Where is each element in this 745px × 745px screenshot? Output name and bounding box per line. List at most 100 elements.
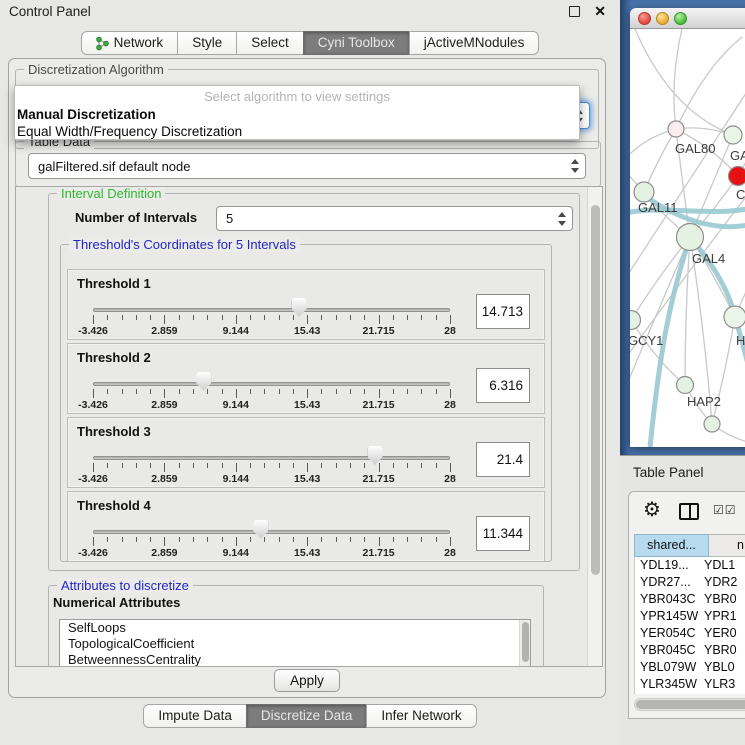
tick-mark: [250, 389, 251, 394]
attribute-item[interactable]: BetweennessCentrality: [60, 652, 530, 667]
network-canvas[interactable]: GAL80GACGAL11GAL4GCY1HHAP2: [630, 29, 745, 447]
control-panel-titlebar: Control Panel ✕: [0, 0, 620, 24]
apply-button[interactable]: Apply: [274, 669, 340, 692]
network-node[interactable]: [634, 182, 654, 202]
node-label-ga: GA: [730, 148, 745, 163]
network-node[interactable]: [668, 121, 684, 137]
tab-label: Select: [251, 32, 289, 54]
table-row[interactable]: YDR27...YDR2: [635, 574, 745, 591]
float-panel-icon[interactable]: [569, 6, 580, 17]
table-data-combobox[interactable]: galFiltered.sif default node: [28, 153, 586, 179]
attribute-item[interactable]: TopologicalCoefficient: [60, 636, 530, 652]
minimize-traffic-light-icon[interactable]: [656, 12, 669, 25]
popup-option-equal-width-frequency-discretization[interactable]: Equal Width/Frequency Discretization: [15, 123, 579, 140]
node-label-gal11: GAL11: [638, 200, 678, 215]
slider-thumb[interactable]: [253, 520, 268, 539]
popup-option-manual-discretization[interactable]: Manual Discretization: [15, 106, 579, 123]
tick-mark: [379, 463, 380, 472]
tick-mark: [93, 389, 94, 398]
zoom-traffic-light-icon[interactable]: [674, 12, 687, 25]
close-traffic-light-icon[interactable]: [638, 12, 651, 25]
table-row[interactable]: YBR043CYBR0: [635, 591, 745, 608]
popup-hint-text: Select algorithm to view settings: [15, 86, 579, 106]
threshold-value-field[interactable]: 21.4: [476, 442, 530, 477]
column-header-shared-name[interactable]: shared...: [634, 534, 709, 557]
tick-mark: [336, 315, 337, 320]
tick-mark: [193, 463, 194, 468]
tick-mark: [393, 389, 394, 394]
cell-name: YBR0: [698, 591, 745, 608]
network-node[interactable]: [704, 416, 720, 432]
settings-scrollbar[interactable]: [587, 187, 602, 666]
tab-impute-data[interactable]: Impute Data: [143, 704, 247, 728]
tab-select[interactable]: Select: [236, 31, 304, 55]
threshold-label: Threshold 1: [77, 276, 151, 291]
network-edge[interactable]: [631, 237, 690, 320]
tick-mark: [293, 389, 294, 394]
table-row[interactable]: YBR045CYBR0: [635, 642, 745, 659]
network-node[interactable]: [677, 224, 704, 251]
network-node[interactable]: [729, 167, 745, 186]
tab-cyni-toolbox[interactable]: Cyni Toolbox: [303, 31, 410, 55]
close-icon[interactable]: ✕: [594, 2, 606, 20]
tab-network[interactable]: Network: [81, 31, 179, 55]
slider-track[interactable]: [93, 530, 450, 534]
tick-mark: [222, 315, 223, 320]
tick-mark: [436, 537, 437, 542]
tick-label: -3.426: [78, 473, 108, 485]
table-row[interactable]: YPR145WYPR1: [635, 608, 745, 625]
column-header-name[interactable]: n: [709, 534, 745, 557]
column-layout-icon[interactable]: [679, 503, 699, 520]
tick-mark: [393, 463, 394, 468]
network-node[interactable]: [724, 126, 742, 144]
select-columns-icon[interactable]: ☑☑: [713, 503, 737, 517]
table-row[interactable]: YLR345WYLR3: [635, 676, 745, 693]
network-node[interactable]: [630, 311, 641, 330]
tick-mark: [207, 463, 208, 468]
tick-mark: [193, 537, 194, 542]
tab-style[interactable]: Style: [177, 31, 237, 55]
tick-label: 15.43: [294, 399, 320, 411]
gear-icon[interactable]: ⚙: [643, 498, 661, 522]
tick-label: 21.715: [363, 547, 395, 559]
tick-mark: [364, 389, 365, 394]
tick-mark: [179, 315, 180, 320]
tick-mark: [307, 315, 308, 324]
cell-shared-name: YER054C: [635, 625, 698, 642]
threshold-value-field[interactable]: 6.316: [476, 368, 530, 403]
tab-jactivemnodules[interactable]: jActiveMNodules: [409, 31, 540, 55]
tick-mark: [407, 463, 408, 468]
attribute-item[interactable]: SelfLoops: [60, 620, 530, 636]
tab-infer-network[interactable]: Infer Network: [366, 704, 476, 728]
attributes-scrollbar[interactable]: [519, 620, 530, 667]
table-row[interactable]: YER054CYER0: [635, 625, 745, 642]
slider-thumb[interactable]: [368, 446, 383, 465]
settings-scrollbar-thumb[interactable]: [591, 205, 600, 575]
table-row[interactable]: YBL079WYBL0: [635, 659, 745, 676]
tick-mark: [279, 537, 280, 542]
slider-track[interactable]: [93, 456, 450, 460]
cell-name: YDL1: [698, 557, 745, 574]
number-of-intervals-combobox[interactable]: 5: [216, 206, 573, 231]
threshold-value-field[interactable]: 11.344: [476, 516, 530, 551]
cell-shared-name: YDR27...: [635, 574, 698, 591]
network-edge[interactable]: [635, 29, 733, 135]
network-node[interactable]: [677, 377, 694, 394]
network-node[interactable]: [724, 306, 745, 328]
tab-label: Infer Network: [381, 705, 461, 727]
tick-mark: [379, 537, 380, 546]
table-row[interactable]: YIL052CYIL0: [635, 693, 745, 694]
slider-track[interactable]: [93, 308, 450, 312]
threshold-value-field[interactable]: 14.713: [476, 294, 530, 329]
table-horizontal-scrollbar[interactable]: [634, 698, 745, 711]
tab-discretize-data[interactable]: Discretize Data: [246, 704, 368, 728]
slider-track[interactable]: [93, 382, 450, 386]
tick-mark: [350, 389, 351, 394]
table-row[interactable]: YDL19...YDL1: [635, 557, 745, 574]
slider-thumb[interactable]: [196, 372, 211, 391]
network-edge[interactable]: [674, 29, 682, 129]
threshold-panel-3: Threshold 3-3.4262.8599.14415.4321.71528…: [67, 417, 545, 488]
table-data-group: Table Data galFiltered.sif default node: [15, 141, 601, 187]
numerical-attributes-list[interactable]: SelfLoopsTopologicalCoefficientBetweenne…: [59, 619, 531, 667]
table-hscrollbar-thumb[interactable]: [636, 700, 745, 709]
